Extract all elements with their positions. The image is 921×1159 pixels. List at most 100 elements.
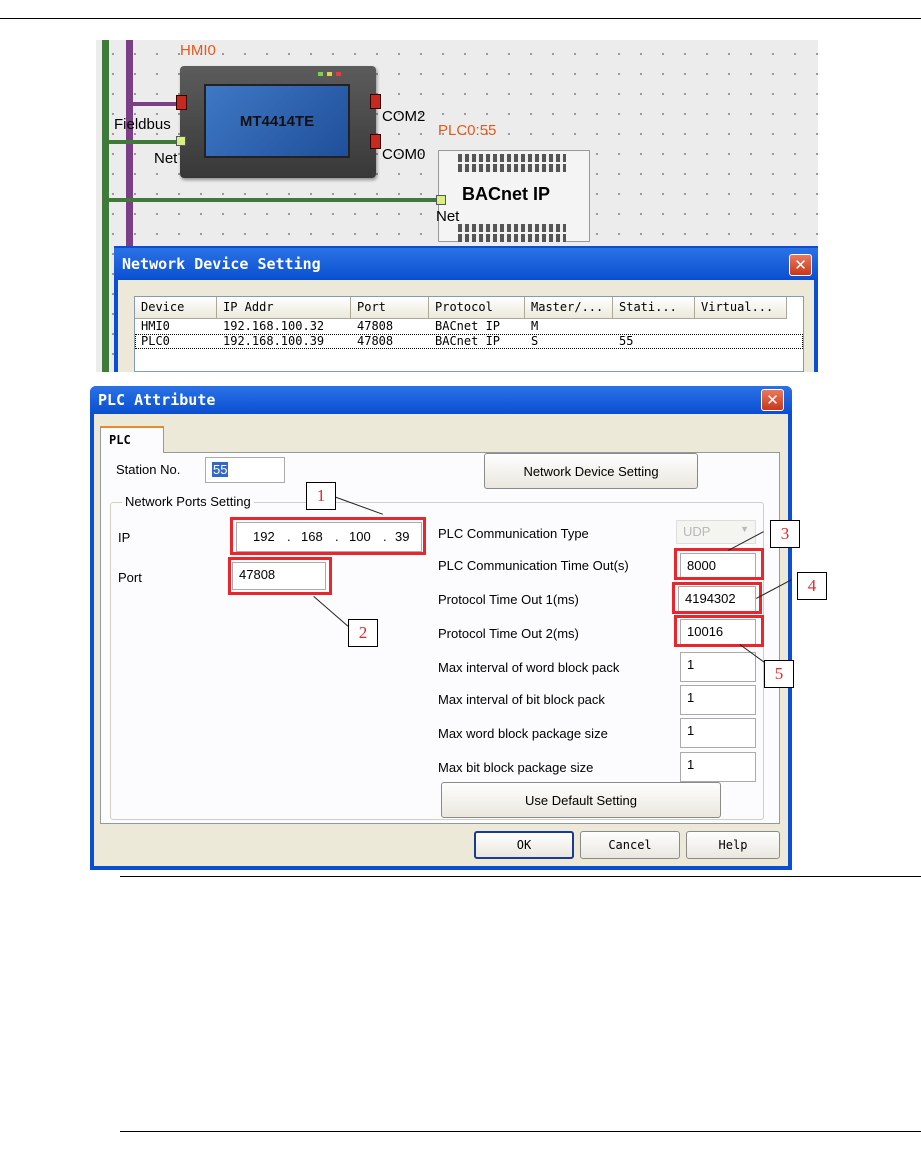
plc-terminal-strip: [458, 234, 566, 242]
cancel-button[interactable]: Cancel: [580, 831, 680, 859]
callout-5: 5: [764, 660, 794, 688]
max-bit-interval-label: Max interval of bit block pack: [438, 692, 605, 707]
column-header-protocol[interactable]: Protocol: [429, 297, 525, 319]
column-header-port[interactable]: Port: [351, 297, 429, 319]
protocol-timeout1-label: Protocol Time Out 1(ms): [438, 592, 579, 607]
column-header-master[interactable]: Master/...: [525, 297, 613, 319]
green-bus-line: [102, 40, 109, 372]
table-cell: BACnet IP: [435, 319, 501, 333]
hmi-led-icon: [318, 72, 323, 76]
table-cell: 192.168.100.39: [223, 334, 325, 348]
table-cell: HMI0: [141, 319, 170, 333]
callout-3: 3: [770, 520, 800, 548]
comm-type-label: PLC Communication Type: [438, 526, 589, 541]
help-button[interactable]: Help: [686, 831, 780, 859]
hmi-device-label: HMI0: [180, 42, 216, 59]
comm-timeout-label: PLC Communication Time Out(s): [438, 558, 629, 573]
hmi-net-label: Net: [154, 150, 178, 167]
table-cell: PLC0: [141, 334, 170, 348]
max-word-size-label: Max word block package size: [438, 726, 608, 741]
max-word-interval-input[interactable]: 1: [680, 652, 756, 682]
network-device-setting-close-button[interactable]: ✕: [789, 254, 812, 276]
max-bit-size-label: Max bit block package size: [438, 760, 594, 775]
plc-attribute-close-button[interactable]: ✕: [761, 389, 784, 411]
table-cell: 192.168.100.32: [223, 319, 325, 333]
plc-attribute-title: PLC Attribute: [98, 391, 216, 409]
plc-terminal-strip: [458, 154, 566, 162]
plc-terminal-strip: [458, 224, 566, 232]
ip-label: IP: [118, 530, 131, 545]
table-cell: M: [531, 319, 539, 333]
table-cell: [695, 319, 787, 334]
network-device-setting-button[interactable]: Network Device Setting: [484, 453, 698, 489]
network-device-setting-title-bar[interactable]: Network Device Setting: [114, 248, 818, 280]
callout-box-4: [672, 582, 762, 614]
com2-label: COM2: [382, 108, 426, 125]
plc-terminal-strip: [458, 164, 566, 172]
table-cell: 55: [619, 334, 634, 348]
max-word-interval-label: Max interval of word block pack: [438, 660, 620, 675]
table-cell: [613, 319, 695, 334]
column-header-device[interactable]: Device: [135, 297, 217, 319]
fieldbus-port-icon[interactable]: [176, 95, 187, 110]
max-word-size-value: 1: [687, 723, 695, 738]
hmi-screen: MT4414TE: [204, 84, 350, 158]
callout-2: 2: [348, 619, 378, 647]
callout-box-5: [674, 615, 764, 647]
port-label: Port: [118, 570, 142, 585]
fieldbus-label: Fieldbus: [114, 116, 171, 133]
callout-4: 4: [797, 572, 827, 600]
max-bit-interval-input[interactable]: 1: [680, 685, 756, 715]
table-row[interactable]: PLC0 192.168.100.39 47808 BACnet IP S 55: [135, 334, 803, 349]
com2-port-icon[interactable]: [370, 94, 381, 109]
protocol-timeout2-label: Protocol Time Out 2(ms): [438, 626, 579, 641]
top-rule: [0, 18, 921, 19]
callout-box-1: [230, 517, 426, 555]
com0-label: COM0: [382, 146, 426, 163]
max-word-interval-value: 1: [687, 657, 695, 672]
network-ports-group: [110, 502, 764, 820]
hmi-net-wire: [106, 140, 182, 144]
com0-port-icon[interactable]: [370, 134, 381, 149]
plc-net-port-icon[interactable]: [436, 195, 446, 205]
table-cell: BACnet IP: [435, 334, 501, 348]
max-word-size-input[interactable]: 1: [680, 718, 756, 748]
station-no-label: Station No.: [116, 462, 181, 477]
hmi-led-icon: [336, 72, 341, 76]
column-header-station[interactable]: Stati...: [613, 297, 695, 319]
device-table-header: Device IP Addr Port Protocol Master/... …: [135, 297, 803, 319]
chevron-down-icon: ▼: [740, 524, 749, 534]
station-no-input[interactable]: 55: [205, 457, 285, 483]
max-bit-interval-value: 1: [687, 690, 695, 705]
table-row[interactable]: HMI0 192.168.100.32 47808 BACnet IP M: [135, 319, 803, 334]
table-cell: 47808: [357, 319, 394, 333]
plc-title: BACnet IP: [462, 184, 551, 204]
device-table[interactable]: Device IP Addr Port Protocol Master/... …: [134, 296, 804, 372]
separator-rule: [120, 876, 921, 877]
max-bit-size-input[interactable]: 1: [680, 752, 756, 782]
plc-net-wire: [106, 198, 442, 202]
callout-box-3: [674, 548, 764, 580]
column-header-virtual[interactable]: Virtual...: [695, 297, 787, 319]
column-header-ip-addr[interactable]: IP Addr: [217, 297, 351, 319]
network-device-setting-title: Network Device Setting: [122, 255, 321, 273]
callout-1: 1: [306, 482, 336, 510]
table-cell: 47808: [357, 334, 394, 348]
callout-box-2: [228, 557, 332, 595]
network-ports-group-label: Network Ports Setting: [122, 494, 254, 509]
table-cell: [695, 334, 787, 349]
ok-button[interactable]: OK: [474, 831, 574, 859]
plc-net-label: Net: [436, 208, 460, 225]
tab-plc[interactable]: PLC: [100, 426, 164, 453]
hmi-model-label: MT4414TE: [239, 112, 315, 130]
bottom-rule: [120, 1131, 921, 1132]
plc-attribute-title-bar[interactable]: PLC Attribute: [90, 386, 792, 414]
fieldbus-wire: [130, 102, 182, 106]
use-default-setting-button[interactable]: Use Default Setting: [441, 782, 721, 818]
table-cell: S: [531, 334, 539, 348]
plc-device-label: PLC0:55: [438, 122, 497, 139]
hmi-led-icon: [327, 72, 332, 76]
station-no-value: 55: [212, 462, 229, 477]
comm-type-value: UDP: [683, 524, 711, 539]
hmi-net-port-icon[interactable]: [176, 136, 186, 146]
